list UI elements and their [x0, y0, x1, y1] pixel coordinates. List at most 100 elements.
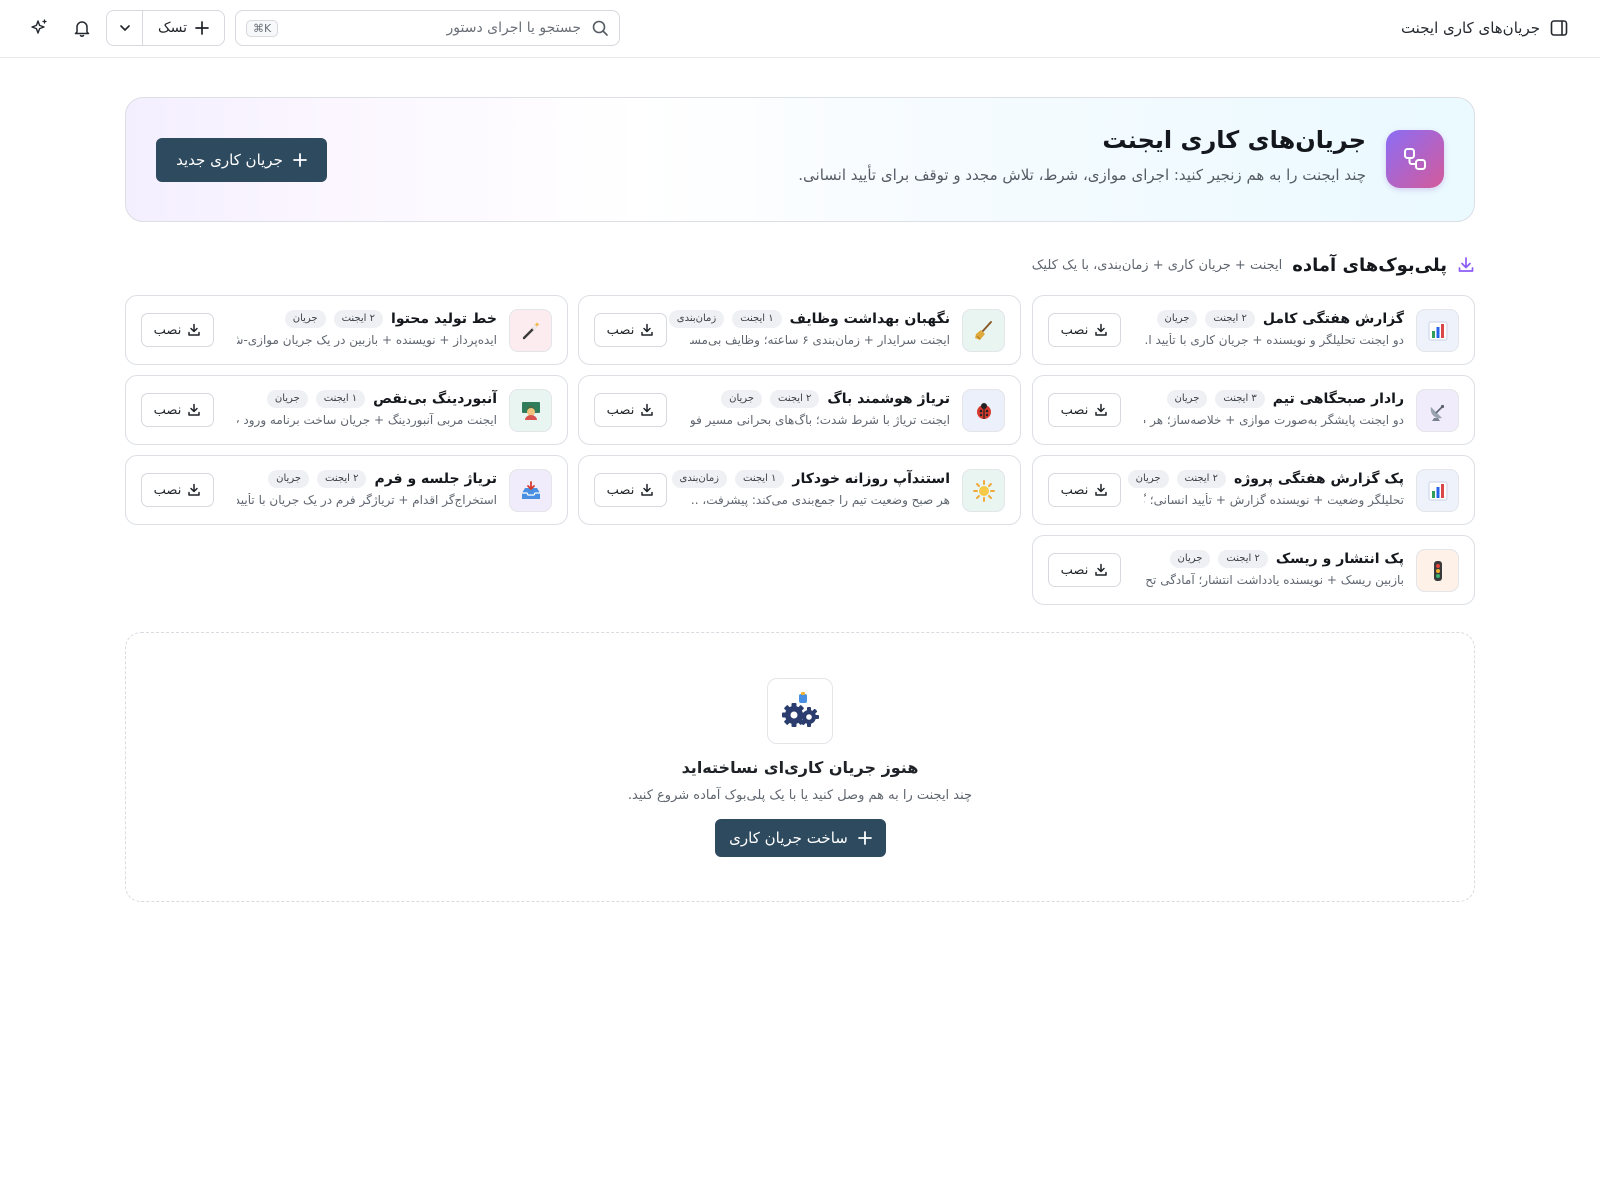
install-label: نصب — [1060, 322, 1089, 338]
playbook-card: تریاژ جلسه و فرم ۲ ایجنت جریان استخراج‌گر ا… — [125, 455, 568, 525]
playbook-description: ایجنت تریاژ با شرط شدت؛ باگ‌های بحرانی م… — [690, 413, 950, 427]
create-workflow-button[interactable]: ساخت جریان کاری — [715, 819, 886, 857]
new-workflow-button[interactable]: جریان کاری جدید — [156, 138, 327, 182]
broom-icon — [962, 309, 1005, 352]
playbook-badge: جریان — [268, 470, 310, 488]
playbooks-subtitle: ایجنت + جریان کاری + زمان‌بندی، با یک کل… — [1031, 257, 1283, 273]
playbook-badge: ۲ ایجنت — [333, 310, 384, 328]
playbooks-header: پلی‌بوک‌های آماده ایجنت + جریان کاری + ز… — [1032, 252, 1475, 278]
playbook-badge: ۲ ایجنت — [1205, 310, 1255, 328]
playbook-title: پک انتشار و ریسک — [1275, 551, 1404, 567]
playbook-badge: زمان‌بندی — [668, 310, 725, 328]
notifications-button[interactable] — [70, 16, 94, 40]
install-label: نصب — [1060, 562, 1089, 578]
install-label: نصب — [606, 322, 635, 338]
create-workflow-label: ساخت جریان کاری — [729, 829, 848, 847]
playbook-title: رادار صبحگاهی تیم — [1272, 391, 1404, 407]
new-task-button[interactable]: تسک — [143, 11, 224, 45]
empty-state: هنوز جریان کاری‌ای نساخته‌اید چند ایجنت … — [125, 632, 1475, 902]
download-icon — [640, 323, 654, 337]
playbook-card: تریاژ هوشمند باگ ۲ ایجنت جریان ایجنت تریاژ … — [578, 375, 1021, 445]
teacher-icon — [509, 389, 552, 432]
magic-wand-icon — [509, 309, 552, 352]
download-icon — [1094, 323, 1108, 337]
new-workflow-label: جریان کاری جدید — [176, 151, 283, 169]
topbar-title: جریان‌های کاری ایجنت — [1400, 19, 1540, 37]
hero-title: جریان‌های کاری ایجنت — [1102, 126, 1366, 154]
download-icon — [1094, 483, 1108, 497]
playbook-badge: ۱ ایجنت — [735, 470, 785, 488]
plus-icon — [857, 831, 872, 845]
playbook-title: پک گزارش هفتگی پروژه — [1233, 471, 1404, 487]
install-label: نصب — [153, 402, 182, 418]
gears-icon — [767, 678, 833, 744]
playbook-badge: جریان — [284, 310, 326, 328]
install-playbook-button[interactable]: نصب — [594, 393, 667, 427]
hero-subtitle: چند ایجنت را به هم زنجیر کنید: اجرای موا… — [798, 166, 1366, 184]
install-label: نصب — [606, 482, 635, 498]
sparkles-icon — [29, 18, 49, 38]
install-playbook-button[interactable]: نصب — [594, 313, 667, 347]
ladybug-icon — [962, 389, 1005, 432]
playbook-card: آنبوردینگ بی‌نقص ۱ ایجنت جریان ایجنت مربی آ… — [125, 375, 568, 445]
playbook-title-row: تریاژ جلسه و فرم ۲ ایجنت جریان — [268, 470, 497, 488]
download-icon — [1457, 256, 1475, 274]
sidebar-toggle-icon[interactable] — [1550, 19, 1568, 37]
download-icon — [187, 403, 201, 417]
playbook-badge: ۳ ایجنت — [1215, 390, 1265, 408]
install-playbook-button[interactable]: نصب — [141, 313, 214, 347]
install-label: نصب — [1060, 482, 1089, 498]
playbook-description: ایجنت مربی آنبوردینگ + جریان ساخت برنامه… — [237, 413, 497, 427]
playbook-badge: ۲ ایجنت — [770, 390, 820, 408]
install-playbook-button[interactable]: نصب — [1048, 313, 1121, 347]
task-menu-toggle[interactable] — [107, 11, 143, 45]
bar-chart-icon — [1416, 469, 1459, 512]
install-playbook-button[interactable]: نصب — [1048, 473, 1121, 507]
playbook-badge: ۲ ایجنت — [1176, 470, 1226, 488]
playbook-card: خط تولید محتوا ۲ ایجنت جریان ایده‌پرداز + ن… — [125, 295, 568, 365]
empty-state-title: هنوز جریان کاری‌ای نساخته‌اید — [681, 758, 919, 777]
playbook-title: تریاژ هوشمند باگ — [827, 391, 950, 407]
playbook-card: نگهبان بهداشت وظایف ۱ ایجنت زمان‌بندی ایجنت… — [578, 295, 1021, 365]
install-playbook-button[interactable]: نصب — [141, 473, 214, 507]
search-icon — [591, 19, 609, 37]
install-playbook-button[interactable]: نصب — [594, 473, 667, 507]
playbook-description: تحلیلگر وضعیت + نویسنده گزارش + تأیید ان… — [1144, 493, 1404, 507]
top-bar: جریان‌های کاری ایجنت جستجو یا اجرای دستو… — [0, 0, 1600, 58]
ai-assistant-button[interactable] — [27, 16, 51, 40]
install-playbook-button[interactable]: نصب — [1048, 393, 1121, 427]
playbook-badge: ۱ ایجنت — [315, 390, 366, 408]
playbook-title-row: خط تولید محتوا ۲ ایجنت جریان — [284, 310, 497, 328]
playbook-badge: زمان‌بندی — [671, 470, 727, 488]
playbook-badge: ۲ ایجنت — [317, 470, 367, 488]
playbook-title: نگهبان بهداشت وظایف — [789, 311, 950, 327]
satellite-dish-icon — [1416, 389, 1459, 432]
workflows-hero: جریان‌های کاری ایجنت چند ایجنت را به هم … — [125, 97, 1475, 222]
download-icon — [1094, 403, 1108, 417]
task-split-button: تسک — [106, 10, 225, 46]
install-playbook-button[interactable]: نصب — [141, 393, 214, 427]
search-input[interactable]: جستجو یا اجرای دستور ⌘K — [235, 10, 620, 46]
sun-icon — [962, 469, 1005, 512]
playbook-card: پک انتشار و ریسک ۲ ایجنت جریان بازبین ریسک … — [1032, 535, 1475, 605]
playbook-badge: جریان — [1166, 390, 1208, 408]
playbook-description: بازبین ریسک + نویسنده یادداشت انتشار؛ آم… — [1144, 573, 1404, 587]
playbook-description: ایده‌پرداز + نویسنده + بازبین در یک جریا… — [237, 333, 497, 347]
playbook-title: آنبوردینگ بی‌نقص — [373, 391, 497, 407]
download-icon — [187, 323, 201, 337]
install-playbook-button[interactable]: نصب — [1048, 553, 1121, 587]
install-label: نصب — [153, 482, 182, 498]
playbook-card: پک گزارش هفتگی پروژه ۲ ایجنت جریان تحلیلگر … — [1032, 455, 1475, 525]
playbook-title-row: پک انتشار و ریسک ۲ ایجنت جریان — [1169, 550, 1404, 568]
playbook-title: تریاژ جلسه و فرم — [374, 471, 497, 487]
search-shortcut-badge: ⌘K — [246, 19, 279, 37]
playbook-card: رادار صبحگاهی تیم ۳ ایجنت جریان دو ایجنت پا… — [1032, 375, 1475, 445]
playbook-badge: جریان — [266, 390, 308, 408]
playbook-badge: ۱ ایجنت — [732, 310, 782, 328]
playbook-badge: جریان — [1169, 550, 1211, 568]
chevron-down-icon — [119, 22, 131, 34]
playbook-title: استندآپ روزانه خودکار — [792, 471, 950, 487]
new-task-label: تسک — [158, 20, 187, 36]
bell-icon — [73, 19, 91, 37]
playbook-description: ایجنت سرایدار + زمان‌بندی ۶ ساعته؛ وظایف… — [690, 333, 950, 347]
